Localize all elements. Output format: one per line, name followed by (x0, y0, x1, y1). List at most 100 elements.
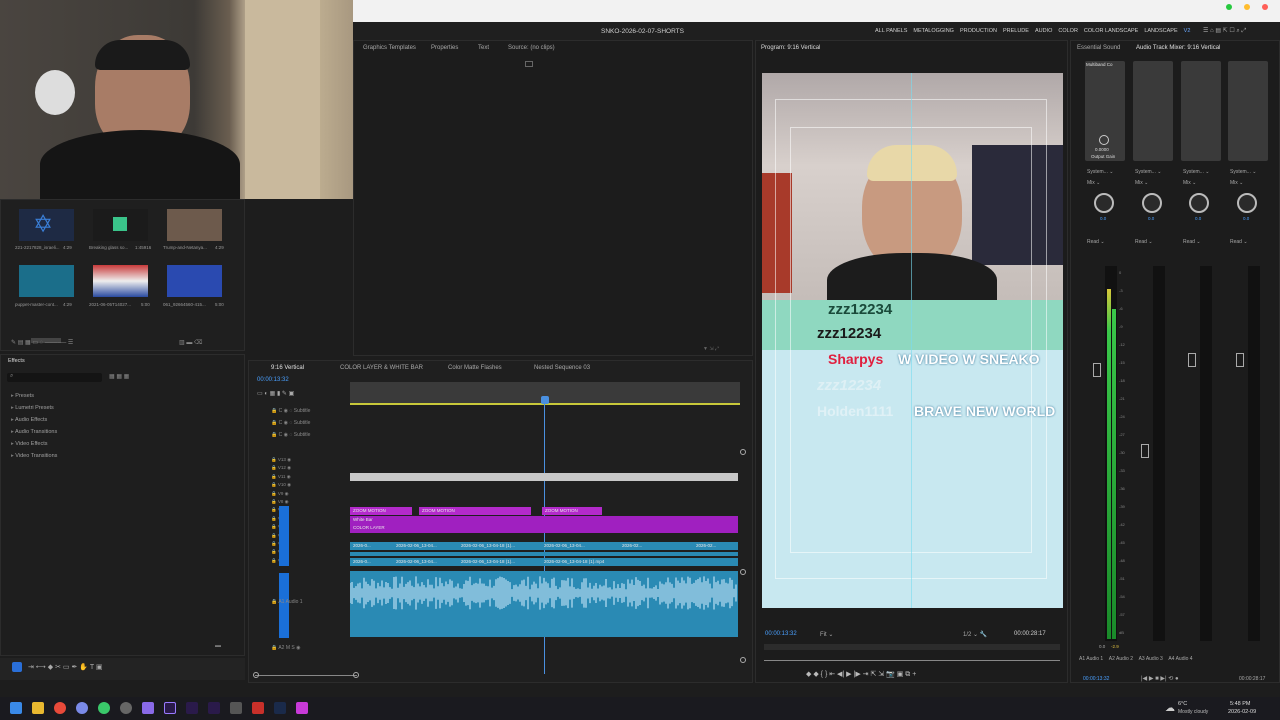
system-dropdown-4[interactable]: System... ⌄ (1230, 169, 1256, 175)
scroll-handle-bottom[interactable] (740, 657, 746, 663)
tab-text[interactable]: Text (478, 45, 489, 51)
playhead-handle[interactable] (541, 396, 549, 404)
scroll-left-handle[interactable] (253, 672, 259, 678)
scroll-handle-top[interactable] (740, 449, 746, 455)
premiere-pro-icon[interactable] (164, 702, 176, 714)
effect-slot-strip-2[interactable] (1133, 61, 1173, 161)
read-dropdown-1[interactable]: Read ⌄ (1087, 239, 1105, 245)
audio-track-a2-header[interactable]: 🔒 A2 M S ◉ (271, 645, 301, 651)
workspace-audio[interactable]: AUDIO (1035, 28, 1052, 34)
bin-view-icons[interactable]: ✎ ▤ ▦ ▭ ◌ ───── ☰ (11, 339, 73, 346)
close-dot[interactable] (1262, 4, 1268, 10)
tab-audio-track-mixer[interactable]: Audio Track Mixer: 9:16 Vertical (1136, 45, 1220, 51)
bin-thumb-5[interactable] (93, 265, 148, 297)
horizontal-scrollbar[interactable] (255, 675, 357, 676)
v1b-clips[interactable]: 2026-0... 2026-02-06_13-04... 2026-02-06… (350, 558, 738, 566)
app-icon-10[interactable] (230, 702, 242, 714)
v1-clips[interactable] (350, 552, 738, 556)
system-dropdown-1[interactable]: System... ⌄ (1087, 169, 1113, 175)
discord-icon[interactable] (76, 702, 88, 714)
quality-dropdown[interactable]: 1/2 ⌄ 🔧 (963, 631, 987, 638)
media-encoder-icon[interactable] (208, 702, 220, 714)
workspace-landscape[interactable]: LANDSCAPE (1144, 28, 1177, 34)
read-dropdown-4[interactable]: Read ⌄ (1230, 239, 1248, 245)
timeline-tab-vertical[interactable]: 9:16 Vertical (271, 365, 304, 371)
read-dropdown-2[interactable]: Read ⌄ (1135, 239, 1153, 245)
app-icon-11[interactable] (252, 702, 264, 714)
photoshop-icon[interactable] (274, 702, 286, 714)
bin-thumb-2[interactable] (93, 209, 148, 241)
program-video-frame[interactable]: zzz12234 zzz12234 Sharpys W VIDEO W SNEA… (762, 73, 1063, 608)
bin-thumb-1[interactable]: ✡ (19, 209, 74, 241)
mix-dropdown-3[interactable]: Mix ⌄ (1183, 180, 1196, 186)
timeline-toolbar-icons[interactable]: ▭ ◐ ▦ ▮ ✎ ▣ (257, 390, 294, 397)
workspace-color[interactable]: COLOR (1058, 28, 1078, 34)
workspace-production[interactable]: PRODUCTION (960, 28, 997, 34)
source-icons[interactable]: ▼ ⇲ ⤢ (703, 346, 719, 352)
fader-4[interactable] (1236, 353, 1244, 367)
system-dropdown-2[interactable]: System... ⌄ (1135, 169, 1161, 175)
fit-dropdown[interactable]: Fit ⌄ (820, 631, 833, 638)
shield-icon[interactable] (142, 702, 154, 714)
audio-track-a1-header[interactable]: 🔒 A1 Audio 1 (271, 599, 303, 605)
workspace-all-panels[interactable]: ALL PANELS (875, 28, 907, 34)
mix-dropdown-2[interactable]: Mix ⌄ (1135, 180, 1148, 186)
effects-search-input[interactable]: ⌕ (7, 373, 102, 382)
after-effects-icon[interactable] (186, 702, 198, 714)
fader-1[interactable] (1093, 363, 1101, 377)
timeline-tab-color-layer[interactable]: COLOR LAYER & WHITE BAR (340, 365, 423, 371)
transport-controls[interactable]: ◆ ◆ { } ⇤ ◀| ▶ |▶ ⇥ ⇱ ⇲ 📷 ▣ ⧉ + (806, 670, 916, 679)
program-scrub-bar[interactable] (764, 660, 1060, 661)
zoom-motion-clip-3[interactable]: ZOOM MOTION (542, 507, 602, 515)
tree-lumetri-presets[interactable]: Lumetri Presets (11, 405, 54, 411)
selection-tool[interactable] (12, 662, 22, 672)
new-bin-icon[interactable]: ▬ (215, 643, 221, 649)
program-tab[interactable]: Program: 9:16 Vertical (761, 45, 820, 51)
bin-thumb-6[interactable] (167, 265, 222, 297)
maximize-dot[interactable] (1226, 4, 1232, 10)
effects-filter-icons[interactable]: ▦ ▦ ▦ (109, 373, 129, 380)
tool-icons[interactable]: ⇥ ⟷ ◆ ✂ ▭ ✒ ✋ T ▣ (28, 663, 103, 671)
source-patch-audio[interactable] (279, 573, 289, 638)
pan-knob-3[interactable] (1189, 193, 1209, 213)
export-frame-icon[interactable] (525, 61, 533, 67)
effect-slot-strip-4[interactable] (1228, 61, 1268, 161)
workspace-metalogging[interactable]: METALOGGING (913, 28, 954, 34)
tree-presets[interactable]: Presets (11, 393, 34, 399)
read-dropdown-3[interactable]: Read ⌄ (1183, 239, 1201, 245)
chat-app-icon[interactable] (98, 702, 110, 714)
tab-properties[interactable]: Properties (431, 45, 458, 51)
timeline-timecode[interactable]: 00:00:13:32 (257, 377, 289, 383)
bin-thumb-3[interactable] (167, 209, 222, 241)
bin-footer-icons[interactable]: ▥ ▬ ⌫ (179, 339, 203, 346)
fader-3[interactable] (1188, 353, 1196, 367)
gain-knob[interactable] (1099, 135, 1109, 145)
bin-thumb-4[interactable] (19, 265, 74, 297)
windows-start-icon[interactable] (10, 702, 22, 714)
tab-essential-sound[interactable]: Essential Sound (1077, 45, 1120, 51)
mixer-transport[interactable]: |◀ ▶ ■ ▶| ⟲ ● (1141, 675, 1179, 682)
subtitle-track-2-controls[interactable]: 🔒 C ◉ ◌ Subtitle (271, 420, 310, 426)
workspace-color-landscape[interactable]: COLOR LANDSCAPE (1084, 28, 1138, 34)
file-explorer-icon[interactable] (32, 702, 44, 714)
audio-waveform-clip[interactable] (350, 571, 738, 637)
system-dropdown-3[interactable]: System... ⌄ (1183, 169, 1209, 175)
mix-dropdown-4[interactable]: Mix ⌄ (1230, 180, 1243, 186)
program-timecode-left[interactable]: 00:00:13:32 (765, 631, 797, 637)
tree-audio-effects[interactable]: Audio Effects (11, 417, 47, 423)
subtitle-track-1-controls[interactable]: 🔒 C ◉ ◌ Subtitle (271, 408, 310, 414)
minimize-dot[interactable] (1244, 4, 1250, 10)
v2-clips[interactable]: 2026-0... 2026-02-06_13-04... 2026-02-06… (350, 542, 738, 550)
tree-video-transitions[interactable]: Video Transitions (11, 453, 57, 459)
tree-audio-transitions[interactable]: Audio Transitions (11, 429, 57, 435)
obs-icon[interactable] (120, 702, 132, 714)
mix-dropdown-1[interactable]: Mix ⌄ (1087, 180, 1100, 186)
effect-slot-strip-3[interactable] (1181, 61, 1221, 161)
chrome-icon[interactable] (54, 702, 66, 714)
pan-knob-1[interactable] (1094, 193, 1114, 213)
white-bar-clip[interactable] (350, 473, 738, 481)
scroll-handle-mid[interactable] (740, 569, 746, 575)
timeline-tab-nested[interactable]: Nested Sequence 03 (534, 365, 590, 371)
pan-knob-4[interactable] (1237, 193, 1257, 213)
program-time-ruler[interactable] (764, 644, 1060, 650)
